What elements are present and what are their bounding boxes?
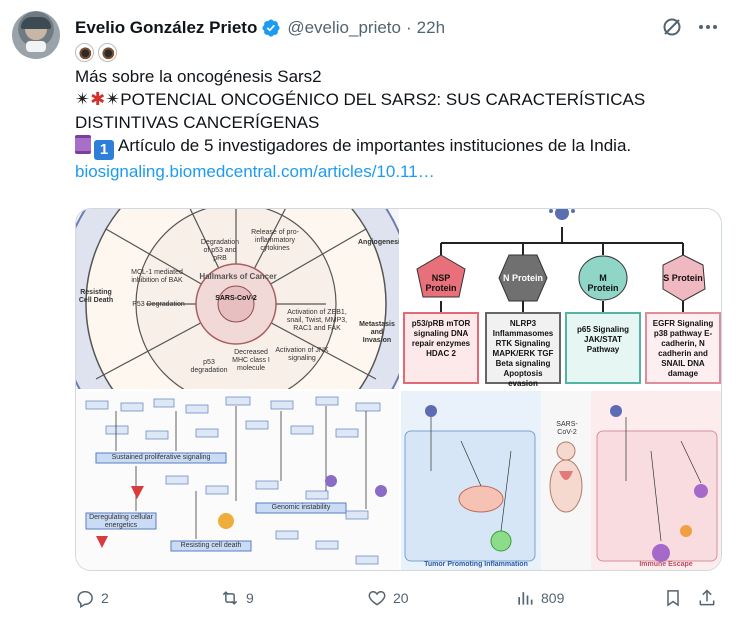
hallmarks-title: Hallmarks of Cancer	[199, 272, 277, 281]
pathway-list: p65 Signaling JAK/STAT Pathway	[576, 325, 629, 354]
hallmark-item: Release of pro-inflammatory cytokines	[251, 229, 299, 252]
text-line-3-content: POTENCIAL ONCOGÉNICO DEL SARS2: SUS CARA…	[120, 90, 646, 109]
pathway-list: p53/pRB mTOR signaling DNA repair enzyme…	[411, 319, 471, 358]
verified-badge-icon	[262, 19, 280, 37]
heart-icon	[368, 590, 386, 606]
more-options-icon[interactable]	[696, 15, 720, 39]
hallmark-item: Decreased MHC class I molecule	[232, 349, 270, 372]
avatar-face-mask	[26, 41, 46, 52]
hallmark-item: MCL-1 mediated inhibition of BAK	[131, 269, 183, 284]
pathway-list: EGFR Signaling p38 pathway E-cadherin, N…	[652, 319, 714, 378]
article-link[interactable]: biosignaling.biomedcentral.com/articles/…	[75, 160, 715, 183]
protein-label: NSP Protein	[425, 273, 457, 293]
media-image-proteins[interactable]: NSP Protein N Protein M Protein S Protei…	[401, 209, 721, 389]
network-label: Genomic instability	[271, 504, 331, 511]
views-button[interactable]: 809	[515, 588, 564, 608]
reply-button[interactable]: 2	[75, 588, 109, 608]
header-separator: ·	[405, 18, 412, 37]
panel-label: Immune Escape	[639, 561, 693, 568]
repost-button[interactable]: 9	[220, 588, 254, 608]
text-line-5: 1 Artículo de 5 investigadores de importa…	[75, 134, 715, 160]
text-line-5-content: Artículo de 5 investigadores de importan…	[118, 136, 632, 155]
share-button[interactable]	[697, 588, 723, 608]
media-image-immune-escape[interactable]: Tumor Promoting Inflammation Immune Esca…	[401, 391, 721, 570]
hallmark-item: Activation of JNK signaling	[275, 347, 329, 362]
media-image-signaling-network[interactable]: Sustained proliferative signaling Genomi…	[76, 391, 399, 570]
text-line-3: ✴✱✴POTENCIAL ONCOGÉNICO DEL SARS2: SUS C…	[75, 88, 715, 111]
panel-label: Tumor Promoting Inflammation	[424, 561, 528, 568]
eye-emoji-icon	[75, 43, 94, 62]
network-label: Sustained proliferative signaling	[111, 454, 211, 461]
author-handle[interactable]: @evelio_prieto	[287, 18, 401, 38]
media-grid[interactable]: SARS-CoV-2 Hallmarks of Cancer MCL-1 med…	[75, 208, 722, 571]
view-count: 809	[541, 590, 565, 606]
panel-label: SARS-CoV-2	[556, 421, 578, 436]
hallmark-outer: Resisting Cell Death	[78, 289, 114, 304]
pathway-list: NLRP3 Inflammasomes RTK Signaling MAPK/E…	[492, 319, 554, 388]
star-emoji-icon: ✴	[75, 89, 91, 109]
hallmarks-core-label: SARS-CoV-2	[215, 295, 257, 302]
reply-icon	[77, 591, 93, 608]
bookmark-icon	[667, 590, 679, 607]
crab-emoji-icon: ✱	[90, 89, 106, 109]
protein-label: N Protein	[502, 273, 543, 283]
like-button[interactable]: 20	[367, 588, 409, 608]
protein-label: M Protein	[587, 273, 619, 293]
protein-label: S Protein	[663, 273, 703, 283]
hallmark-outer: Metastasis and Invasion	[359, 321, 395, 344]
keycap-one-emoji-icon: 1	[94, 140, 114, 160]
repost-count: 9	[246, 590, 254, 606]
hallmark-item: P53 Degradation	[132, 301, 185, 308]
star-emoji-icon: ✴	[105, 89, 121, 109]
repost-icon	[222, 591, 238, 605]
author-name[interactable]: Evelio González Prieto	[75, 18, 257, 38]
hallmark-item: p53 degradation	[190, 359, 228, 374]
reply-count: 2	[101, 590, 109, 606]
share-icon	[699, 589, 715, 606]
hallmark-item: Degradation of p53 and pRB	[200, 239, 240, 262]
tweet-action-bar: 2 9 20 809	[75, 588, 724, 616]
author-avatar[interactable]	[12, 11, 60, 59]
grok-icon[interactable]	[660, 15, 684, 39]
tweet-text: Más sobre la oncogénesis Sars2 ✴✱✴POTENC…	[75, 42, 715, 183]
like-count: 20	[393, 590, 409, 606]
bookmark-button[interactable]	[663, 588, 689, 608]
network-label: Deregulating cellular energetics	[89, 514, 153, 529]
tweet-header: Evelio González Prieto @evelio_prieto · …	[75, 15, 724, 41]
hallmark-outer: Angiogenesis	[358, 239, 399, 246]
network-label: Resisting cell death	[180, 542, 242, 549]
media-image-hallmarks[interactable]: SARS-CoV-2 Hallmarks of Cancer MCL-1 med…	[76, 209, 399, 389]
tweet-timestamp[interactable]: 22h	[417, 18, 445, 38]
text-line-4: DISTINTIVAS CANCERÍGENAS	[75, 113, 320, 132]
views-chart-icon	[518, 592, 533, 605]
eye-emoji-icon	[98, 43, 117, 62]
spool-emoji-icon	[75, 135, 91, 154]
avatar-cap	[21, 17, 51, 29]
hallmark-item: Activation of ZEB1, snail, Twist, MMP3, …	[286, 309, 348, 332]
text-line-eyes	[75, 42, 715, 65]
text-line-2: Más sobre la oncogénesis Sars2	[75, 67, 322, 86]
immune-escape-diagram	[401, 391, 721, 570]
